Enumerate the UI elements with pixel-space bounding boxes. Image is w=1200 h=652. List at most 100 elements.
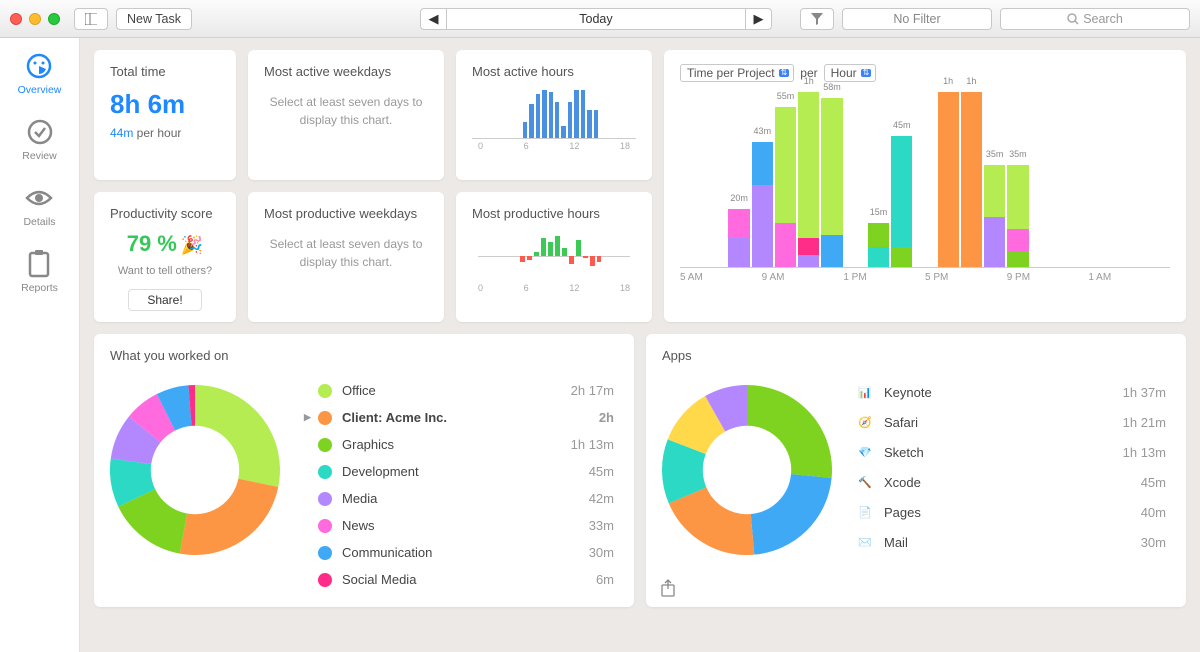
filter-label[interactable]: No Filter: [842, 8, 992, 30]
legend-value: 1h 13m: [1123, 445, 1166, 460]
gauge-icon: [25, 52, 53, 80]
legend-row[interactable]: ✉️Mail30m: [852, 527, 1170, 557]
sidebar-item-reports[interactable]: Reports: [21, 250, 58, 294]
tpp-granularity-select[interactable]: Hour⇅: [824, 64, 877, 82]
tpp-metric-select[interactable]: Time per Project⇅: [680, 64, 794, 82]
legend-row[interactable]: ▶News33m: [300, 512, 618, 539]
pie-slice: [166, 406, 190, 413]
legend-row[interactable]: 🧭Safari1h 21m: [852, 407, 1170, 437]
bar: [603, 231, 608, 281]
legend-row[interactable]: ▶Media42m: [300, 485, 618, 512]
worked-on-donut: [110, 385, 280, 555]
stacked-bar: 1h: [938, 92, 959, 267]
bar: [617, 231, 622, 281]
stacked-bar: 35m: [984, 165, 1005, 267]
color-dot: [318, 492, 332, 506]
sidebar-toggle-button[interactable]: [74, 8, 108, 30]
titlebar: New Task ◀ Today ▶ No Filter Search: [0, 0, 1200, 38]
bar: [500, 231, 505, 281]
sidebar-item-review[interactable]: Review: [22, 118, 56, 162]
legend-label: Development: [342, 464, 589, 479]
app-icon: ✉️: [856, 533, 874, 551]
date-label[interactable]: Today: [446, 8, 746, 30]
share-icon[interactable]: [660, 579, 676, 597]
bar: [534, 231, 539, 281]
worked-on-legend: ▶Office2h 17m▶Client: Acme Inc.2h▶Graphi…: [300, 377, 618, 593]
legend-value: 45m: [589, 464, 614, 479]
pie-slice: [747, 405, 812, 476]
sidebar-item-label: Details: [23, 216, 55, 228]
bar: [542, 90, 546, 138]
time-per-project-card: Time per Project⇅ per Hour⇅ 20m43m55m1h5…: [664, 50, 1186, 322]
productive-hours-card: Most productive hours 061218: [456, 192, 652, 322]
pie-slice: [137, 498, 184, 534]
apps-card: Apps 📊Keynote1h 37m🧭Safari1h 21m💎Sketch1…: [646, 334, 1186, 607]
triangle-left-icon: ◀: [428, 11, 438, 27]
legend-label: Client: Acme Inc.: [342, 410, 599, 425]
stacked-bar: 45m: [891, 136, 912, 267]
legend-row[interactable]: ▶Client: Acme Inc.2h: [300, 404, 618, 431]
filter-button[interactable]: [800, 8, 834, 30]
legend-row[interactable]: ▶Graphics1h 13m: [300, 431, 618, 458]
next-day-button[interactable]: ▶: [746, 8, 772, 30]
app-icon: 📄: [856, 503, 874, 521]
color-dot: [318, 384, 332, 398]
sidebar-item-label: Overview: [18, 84, 62, 96]
sidebar-item-details[interactable]: Details: [23, 184, 55, 228]
eye-icon: [25, 184, 53, 212]
color-dot: [318, 411, 332, 425]
legend-label: Keynote: [884, 385, 1123, 400]
legend-row[interactable]: 📊Keynote1h 37m: [852, 377, 1170, 407]
new-task-button[interactable]: New Task: [116, 8, 192, 30]
legend-value: 45m: [1141, 475, 1166, 490]
close-window-icon[interactable]: [10, 13, 22, 25]
pie-slice: [131, 429, 145, 461]
minimize-window-icon[interactable]: [29, 13, 41, 25]
funnel-icon: [811, 13, 823, 25]
stacked-bar: 58m: [821, 98, 842, 267]
stacked-bar: 1h: [961, 92, 982, 267]
chart-hint: Select at least seven days to display th…: [264, 93, 428, 129]
color-dot: [318, 546, 332, 560]
legend-label: News: [342, 518, 589, 533]
bar: [523, 122, 527, 138]
bar: [513, 231, 518, 281]
legend-row[interactable]: ▶Development45m: [300, 458, 618, 485]
bar: [583, 231, 588, 281]
legend-row[interactable]: 📄Pages40m: [852, 497, 1170, 527]
card-title: Most active hours: [472, 64, 636, 79]
sidebar-icon: [85, 13, 97, 25]
select-arrows-icon: ⇅: [779, 69, 790, 78]
legend-row[interactable]: 💎Sketch1h 13m: [852, 437, 1170, 467]
zoom-window-icon[interactable]: [48, 13, 60, 25]
legend-label: Graphics: [342, 437, 571, 452]
sidebar-item-overview[interactable]: Overview: [18, 52, 62, 96]
bar: [555, 231, 560, 281]
bar: [562, 231, 567, 281]
bar: [527, 231, 532, 281]
bar: [574, 90, 578, 138]
stacked-bar: 35m: [1007, 165, 1028, 267]
triangle-right-icon: ▶: [753, 11, 763, 27]
legend-row[interactable]: ▶Communication30m: [300, 539, 618, 566]
search-icon: [1067, 13, 1079, 25]
legend-row[interactable]: 🔨Xcode45m: [852, 467, 1170, 497]
legend-value: 1h 21m: [1123, 415, 1166, 430]
stacked-bar: 20m: [728, 209, 749, 267]
bar: [594, 110, 598, 138]
share-button[interactable]: Share!: [128, 289, 201, 311]
search-placeholder: Search: [1083, 12, 1123, 26]
legend-row[interactable]: ▶Social Media6m: [300, 566, 618, 593]
stacked-bar: 15m: [868, 223, 889, 267]
sidebar: Overview Review Details Reports: [0, 38, 80, 652]
bar: [548, 231, 553, 281]
bar: [590, 231, 595, 281]
per-hour: 44m per hour: [110, 126, 220, 140]
stacked-bar: 1h: [798, 92, 819, 267]
card-title: Apps: [662, 348, 1170, 363]
productive-hours-chart: 061218: [472, 231, 636, 293]
search-input[interactable]: Search: [1000, 8, 1190, 30]
legend-row[interactable]: ▶Office2h 17m: [300, 377, 618, 404]
bar: [561, 126, 565, 138]
prev-day-button[interactable]: ◀: [420, 8, 446, 30]
